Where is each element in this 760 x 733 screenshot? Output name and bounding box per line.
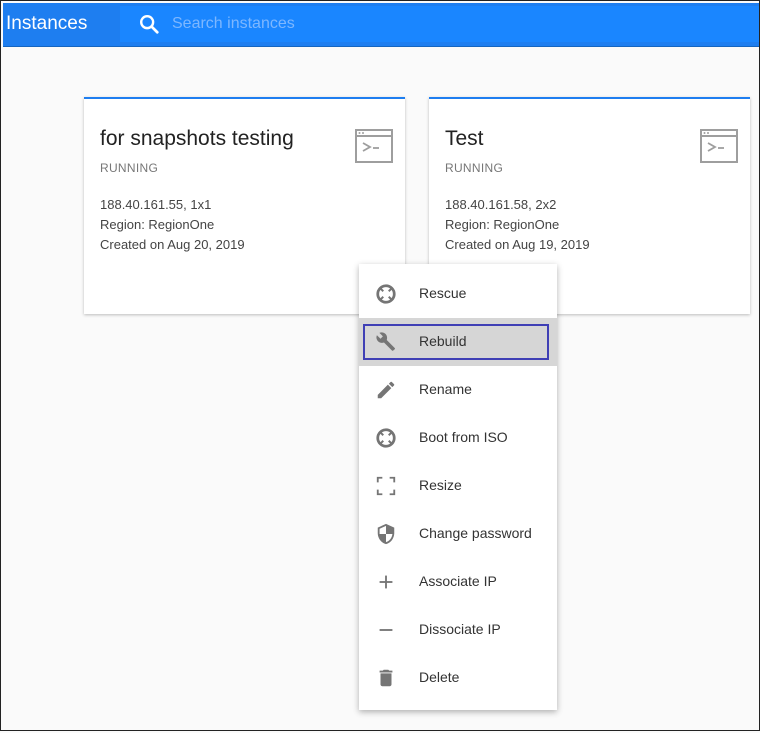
lifebuoy-icon	[376, 428, 396, 448]
instance-address: 188.40.161.58, 2x2	[445, 197, 557, 212]
menu-item-label: Boot from ISO	[419, 429, 508, 445]
instance-region: Region: RegionOne	[445, 217, 560, 232]
search-icon[interactable]	[138, 13, 160, 35]
instance-created: Created on Aug 19, 2019	[445, 237, 590, 252]
instance-status: RUNNING	[100, 161, 159, 175]
shield-icon	[377, 523, 395, 545]
console-icon	[700, 129, 738, 163]
instance-card[interactable]: for snapshots testing RUNNING 188.40.161…	[84, 97, 405, 314]
menu-item-label: Associate IP	[419, 573, 497, 589]
instance-actions-menu: Rescue Rebuild Rename Boot from ISO Resi…	[359, 264, 557, 710]
instance-status: RUNNING	[445, 161, 504, 175]
menu-item-label: Resize	[419, 477, 462, 493]
console-icon	[355, 129, 393, 163]
instance-address: 188.40.161.55, 1x1	[100, 197, 212, 212]
menu-item-rescue[interactable]: Rescue	[359, 270, 557, 318]
menu-item-label: Change password	[419, 525, 532, 541]
pencil-icon	[377, 381, 395, 399]
menu-item-rename[interactable]: Rename	[359, 366, 557, 414]
menu-item-associate-ip[interactable]: Associate IP	[359, 558, 557, 606]
menu-item-dissociate-ip[interactable]: Dissociate IP	[359, 606, 557, 654]
minus-icon	[379, 629, 393, 631]
wrench-icon	[376, 332, 395, 351]
instance-region: Region: RegionOne	[100, 217, 215, 232]
app-window: Instances for snapshots testing RUNNING …	[0, 0, 760, 731]
menu-item-label: Rescue	[419, 285, 467, 301]
menu-item-resize[interactable]: Resize	[359, 462, 557, 510]
instance-name: for snapshots testing	[100, 127, 294, 150]
menu-item-delete[interactable]: Delete	[359, 654, 557, 702]
menu-item-label: Rebuild	[419, 333, 467, 349]
menu-item-boot-from-iso[interactable]: Boot from ISO	[359, 414, 557, 462]
plus-icon	[379, 575, 393, 589]
trash-icon	[379, 669, 393, 687]
menu-item-rebuild[interactable]: Rebuild	[359, 318, 557, 366]
menu-item-label: Rename	[419, 381, 472, 397]
app-bar: Instances	[3, 3, 759, 47]
instance-created: Created on Aug 20, 2019	[100, 237, 245, 252]
page-title: Instances	[6, 13, 88, 34]
search-input[interactable]	[168, 11, 736, 37]
menu-item-label: Delete	[419, 669, 460, 685]
resize-icon	[376, 476, 396, 496]
menu-item-change-password[interactable]: Change password	[359, 510, 557, 558]
menu-item-label: Dissociate IP	[419, 621, 501, 637]
instance-name: Test	[445, 127, 484, 150]
lifebuoy-icon	[376, 284, 396, 304]
